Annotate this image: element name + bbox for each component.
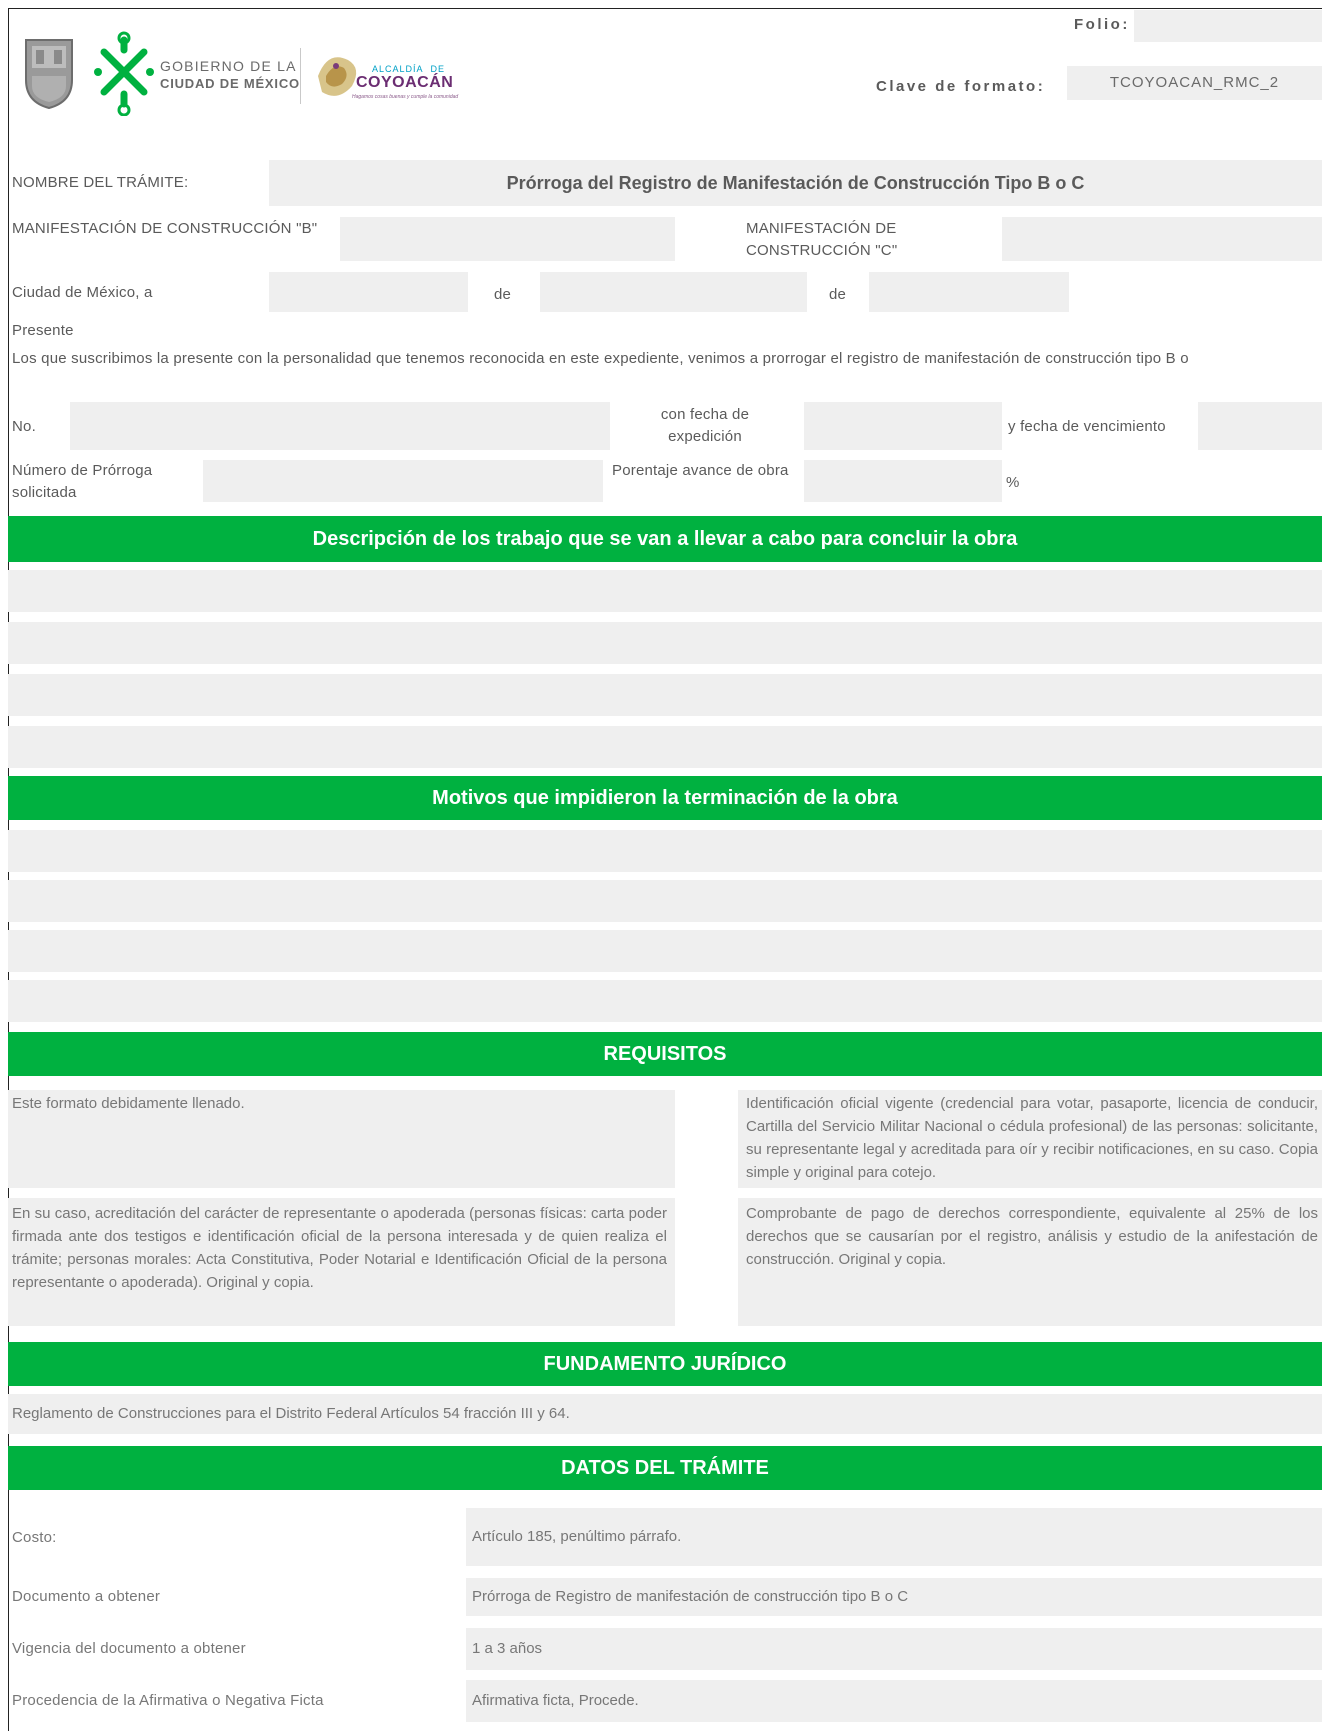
datos-costo-value-box: Artículo 185, penúltimo párrafo. xyxy=(466,1508,1322,1566)
requisito-2-box: Identificación oficial vigente (credenci… xyxy=(738,1090,1322,1188)
requisito-3-box: En su caso, acreditación del carácter de… xyxy=(8,1198,675,1326)
requisito-4-text: Comprobante de pago de derechos correspo… xyxy=(746,1205,1318,1268)
num-prorroga-label: Número de Prórroga solicitada xyxy=(12,462,153,501)
fundamento-text: Reglamento de Construcciones para el Dis… xyxy=(12,1405,570,1422)
section-requisitos-title: REQUISITOS xyxy=(603,1043,727,1065)
clave-field: TCOYOACAN_RMC_2 xyxy=(1067,66,1322,100)
section-datos-header: DATOS DEL TRÁMITE xyxy=(8,1446,1322,1490)
datos-procedencia-label: Procedencia de la Afirmativa o Negativa … xyxy=(12,1692,324,1709)
clave-label: Clave de formato: xyxy=(876,78,1046,95)
gov-logo-line1: GOBIERNO DE LA xyxy=(160,58,297,74)
datos-procedencia-value: Afirmativa ficta, Procede. xyxy=(472,1692,639,1709)
datos-documento-value: Prórroga de Registro de manifestación de… xyxy=(472,1588,909,1605)
datos-vigencia-label: Vigencia del documento a obtener xyxy=(12,1640,246,1657)
datos-documento-value-box: Prórroga de Registro de manifestación de… xyxy=(466,1578,1322,1616)
nombre-label: NOMBRE DEL TRÁMITE: xyxy=(12,174,189,191)
de-label-1: de xyxy=(494,286,512,303)
month-input[interactable] xyxy=(540,272,807,312)
requisito-1-box: Este formato debidamente llenado. xyxy=(8,1090,675,1188)
fecha-venc-input[interactable] xyxy=(1198,402,1322,450)
no-label: No. xyxy=(12,418,36,435)
requisito-3-text: En su caso, acreditación del carácter de… xyxy=(12,1205,667,1291)
clave-value: TCOYOACAN_RMC_2 xyxy=(1109,74,1280,91)
section-requisitos-header: REQUISITOS xyxy=(8,1032,1322,1076)
manif-c-label: MANIFESTACIÓN DE CONSTRUCCIÓN "C" xyxy=(746,220,898,259)
presente-label: Presente xyxy=(12,322,74,339)
section-datos-title: DATOS DEL TRÁMITE xyxy=(561,1457,769,1479)
section-motivos-title: Motivos que impidieron la terminación de… xyxy=(432,787,898,809)
section-descripcion-title: Descripción de los trabajo que se van a … xyxy=(312,528,1018,550)
datos-costo-label: Costo: xyxy=(12,1529,57,1546)
manif-b-label: MANIFESTACIÓN DE CONSTRUCCIÓN "B" xyxy=(12,220,318,237)
porcentaje-label: Porentaje avance de obra xyxy=(612,462,789,479)
nombre-field: Prórroga del Registro de Manifestación d… xyxy=(269,160,1322,206)
year-input[interactable] xyxy=(869,272,1069,312)
datos-vigencia-value: 1 a 3 años xyxy=(472,1640,543,1657)
fundamento-box: Reglamento de Construcciones para el Dis… xyxy=(8,1394,1322,1434)
folio-input[interactable] xyxy=(1134,10,1322,42)
requisito-1-text: Este formato debidamente llenado. xyxy=(12,1095,245,1112)
section-motivos-header: Motivos que impidieron la terminación de… xyxy=(8,776,1322,820)
descripcion-line-4[interactable] xyxy=(8,726,1322,768)
datos-procedencia-value-box: Afirmativa ficta, Procede. xyxy=(466,1680,1322,1722)
motivos-line-2[interactable] xyxy=(8,880,1322,922)
no-input[interactable] xyxy=(70,402,610,450)
motivos-line-4[interactable] xyxy=(8,980,1322,1022)
datos-costo-value: Artículo 185, penúltimo párrafo. xyxy=(472,1528,682,1545)
manif-c-input[interactable] xyxy=(1002,217,1322,261)
cdmx-shield-logo xyxy=(24,36,74,110)
day-input[interactable] xyxy=(269,272,468,312)
section-fundamento-header: FUNDAMENTO JURÍDICO xyxy=(8,1342,1322,1386)
requisito-4-box: Comprobante de pago de derechos correspo… xyxy=(738,1198,1322,1326)
alcaldia-tagline: Hagamos cosas buenas y cumple la comunid… xyxy=(352,94,459,100)
percent-sign: % xyxy=(1006,474,1020,491)
descripcion-line-3[interactable] xyxy=(8,674,1322,716)
porcentaje-input[interactable] xyxy=(804,460,1002,502)
alcaldia-name: COYOACÁN xyxy=(356,74,454,91)
fecha-exp-label: con fecha de expedición xyxy=(660,406,750,445)
gov-logo-line2: CIUDAD DE MÉXICO xyxy=(160,76,300,91)
manif-b-input[interactable] xyxy=(340,217,675,261)
de-label-2: de xyxy=(829,286,847,303)
datos-vigencia-value-box: 1 a 3 años xyxy=(466,1628,1322,1670)
fecha-venc-label: y fecha de vencimiento xyxy=(1008,418,1166,435)
logo-divider xyxy=(300,48,301,104)
num-prorroga-input[interactable] xyxy=(203,460,603,502)
requisito-2-text: Identificación oficial vigente (credenci… xyxy=(746,1095,1318,1181)
descripcion-line-2[interactable] xyxy=(8,622,1322,664)
motivos-line-3[interactable] xyxy=(8,930,1322,972)
section-fundamento-title: FUNDAMENTO JURÍDICO xyxy=(543,1353,787,1375)
ciudad-label: Ciudad de México, a xyxy=(12,284,153,301)
datos-documento-label: Documento a obtener xyxy=(12,1588,161,1605)
descripcion-line-1[interactable] xyxy=(8,570,1322,612)
alcaldia-de: DE xyxy=(430,64,446,74)
motivos-line-1[interactable] xyxy=(8,830,1322,872)
section-descripcion-header: Descripción de los trabajo que se van a … xyxy=(8,516,1322,562)
nombre-value: Prórroga del Registro de Manifestación d… xyxy=(506,173,1085,193)
fecha-exp-input[interactable] xyxy=(804,402,1002,450)
alcaldia-small: ALCALDÍA xyxy=(372,64,424,74)
intro-text: Los que suscribimos la presente con la p… xyxy=(12,350,1189,367)
alcaldia-label: ALCALDÍA DE xyxy=(372,64,445,74)
cdmx-emblem-logo xyxy=(92,30,156,117)
folio-label: Folio: xyxy=(1074,16,1130,33)
